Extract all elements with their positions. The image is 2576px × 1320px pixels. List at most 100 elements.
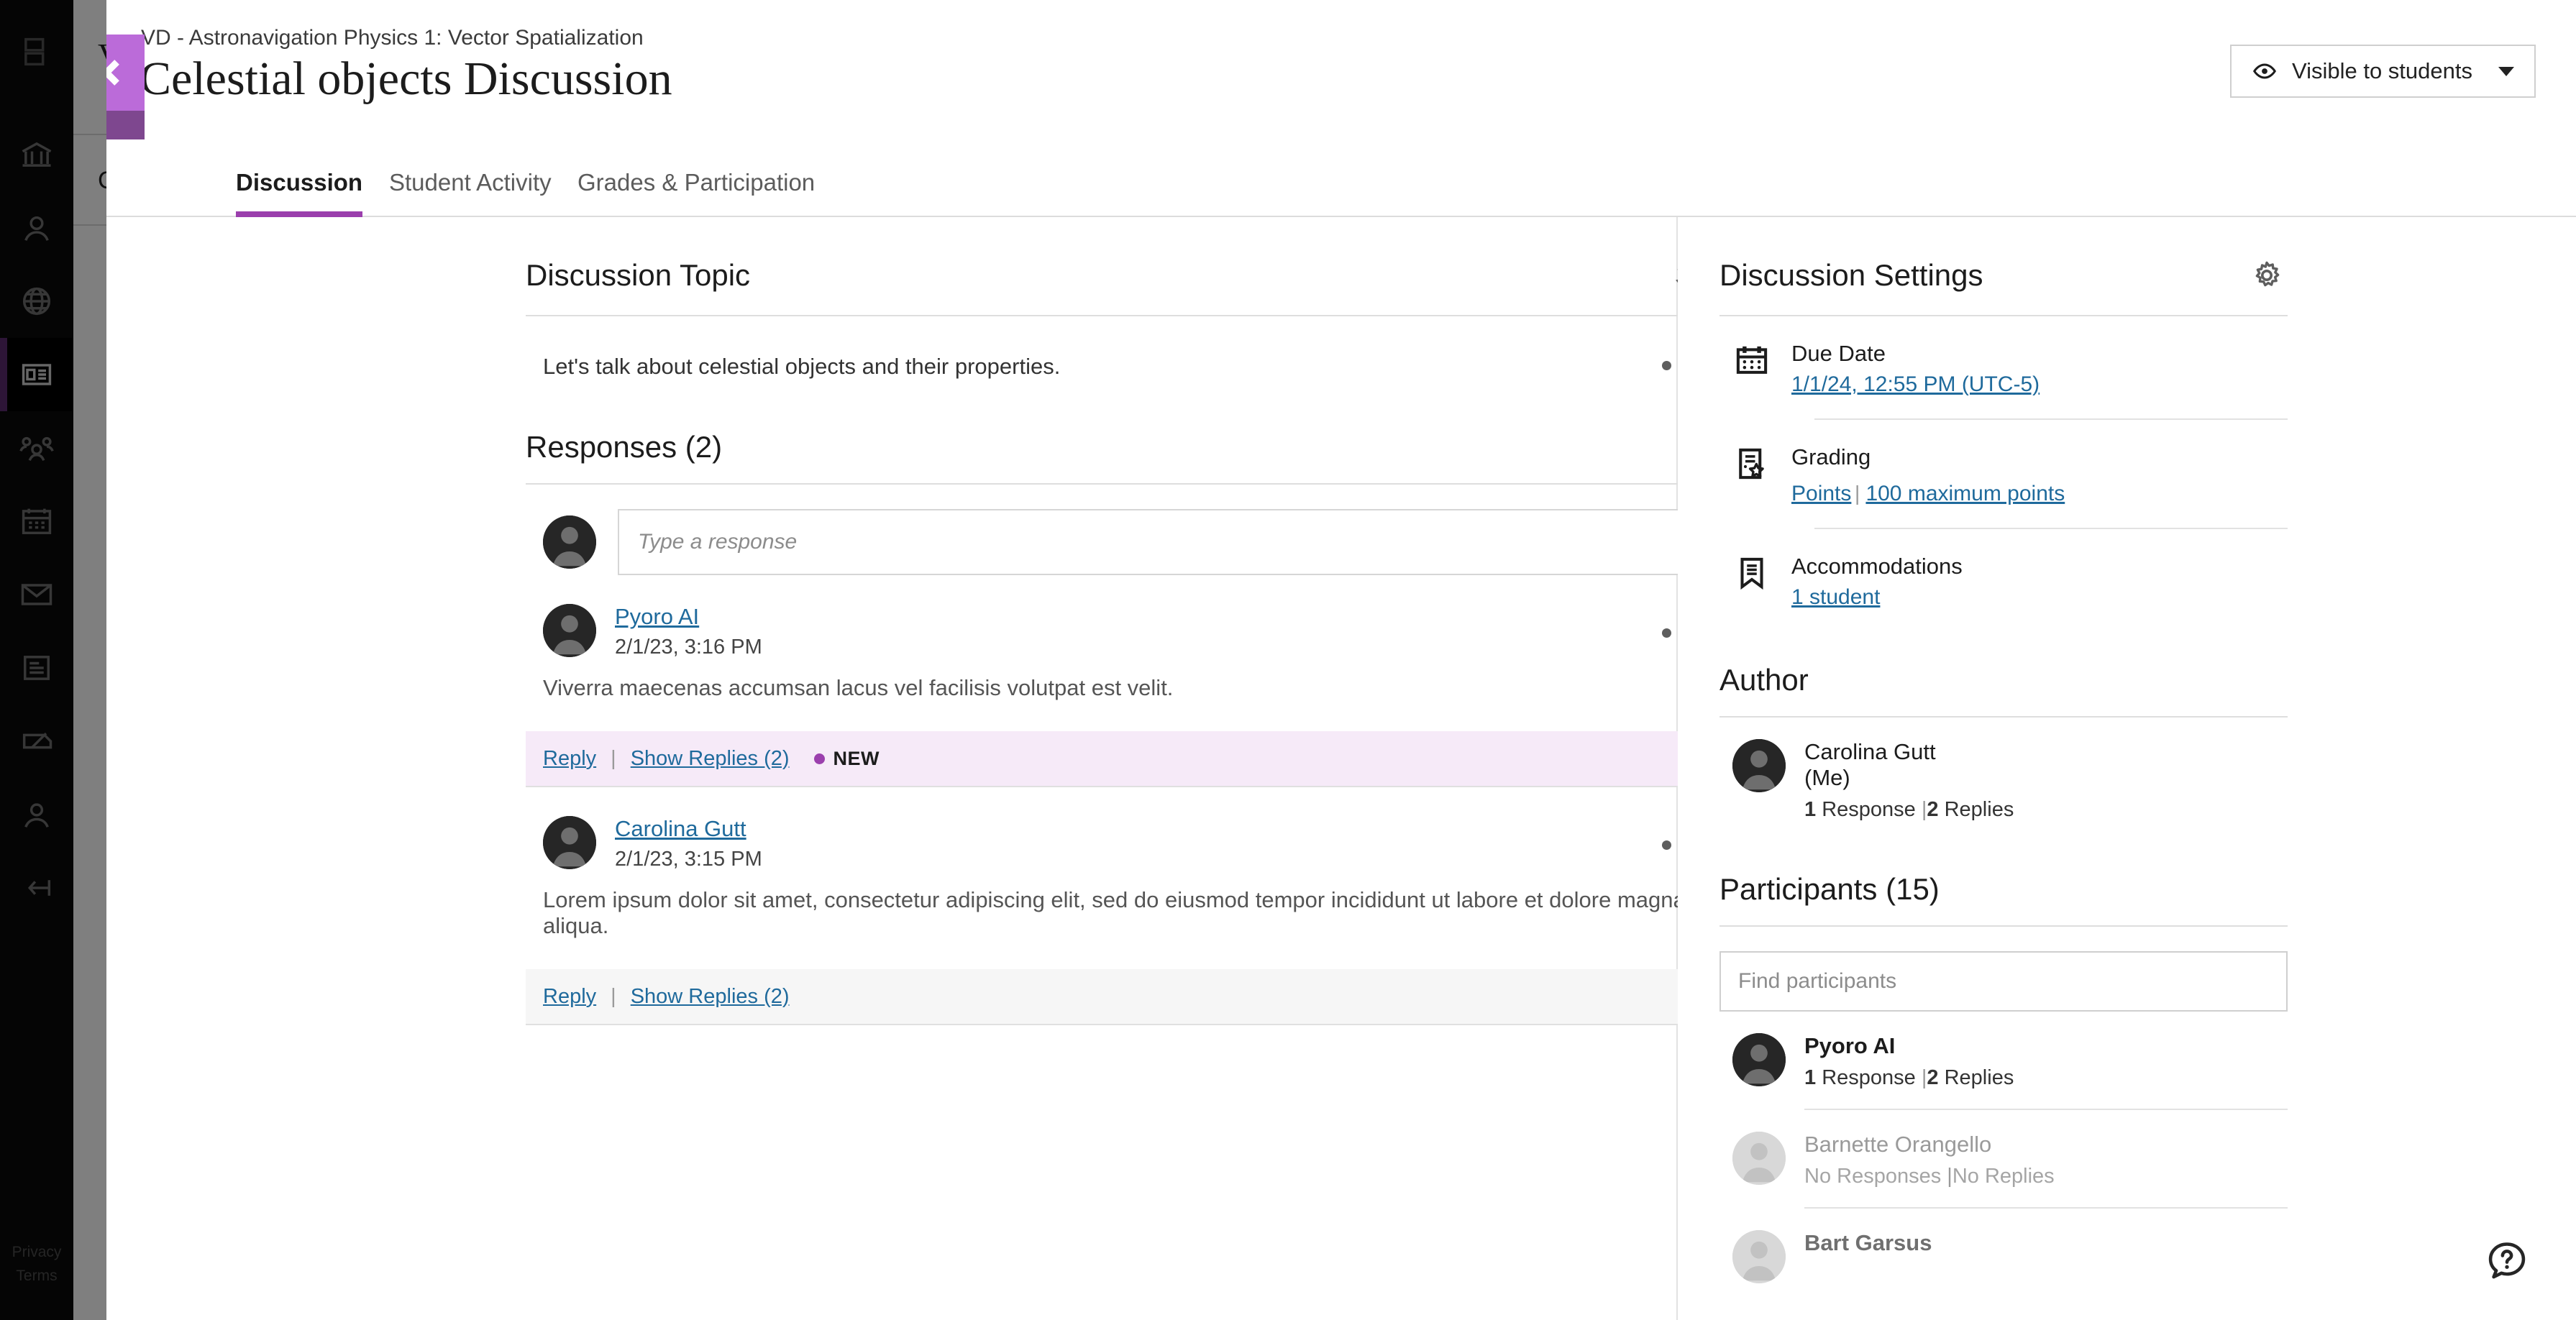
calendar-icon: [1736, 346, 1768, 374]
participant-responses-text: No Responses: [1804, 1165, 1942, 1188]
post-actions: Reply | Show Replies (2): [526, 969, 1708, 1025]
list-item[interactable]: Pyoro AI 1 Response |2 Replies: [1719, 1012, 2288, 1109]
grading-type-link[interactable]: Points: [1791, 482, 1851, 506]
avatar: [1732, 1132, 1786, 1185]
modal-header: VD - Astronavigation Physics 1: Vector S…: [106, 0, 2576, 148]
participant-replies-text: No Replies: [1952, 1165, 2055, 1188]
avatar: [543, 515, 596, 569]
stat-separator: |: [1947, 1165, 1952, 1188]
course-breadcrumb: VD - Astronavigation Physics 1: Vector S…: [141, 26, 644, 50]
modal-body: Discussion Topic Let's talk about celest…: [106, 217, 2576, 1320]
avatar: [1732, 1230, 1786, 1283]
new-dot-icon: [813, 753, 825, 764]
show-replies-link[interactable]: Show Replies (2): [631, 747, 790, 771]
visibility-label: Visible to students: [2291, 58, 2472, 83]
list-item[interactable]: Barnette Orangello No Responses |No Repl…: [1719, 1110, 2288, 1207]
responses-heading: Responses (2): [526, 430, 723, 464]
post-body: Viverra maecenas accumsan lacus vel faci…: [543, 675, 1174, 700]
help-button[interactable]: [2484, 1238, 2530, 1284]
author-responses-count: 1: [1804, 798, 1817, 821]
response-composer: Type a response: [526, 485, 1708, 575]
grading-icon: [1739, 448, 1764, 480]
discussion-column: Discussion Topic Let's talk about celest…: [106, 217, 1708, 1320]
close-icon: [106, 60, 119, 86]
action-separator: |: [611, 984, 616, 1008]
visibility-dropdown[interactable]: Visible to students: [2229, 45, 2536, 98]
post-timestamp: 2/1/23, 3:15 PM: [615, 848, 762, 871]
close-tab-fold: [106, 111, 145, 139]
page-title: Celestial objects Discussion: [140, 52, 672, 105]
participant-stats: 1 Response |2 Replies: [1804, 1066, 2014, 1090]
setting-grading: Grading Points | 100 maximum points: [1719, 420, 2288, 528]
settings-column: Discussion Settings Due Date 1/1/24, 12:…: [1678, 217, 2576, 1320]
avatar-icon: [1732, 1230, 1786, 1283]
action-separator: |: [1854, 482, 1866, 505]
discussion-topic-text: Let's talk about celestial objects and t…: [543, 354, 1061, 379]
participant-responses-label: Response: [1822, 1066, 1916, 1089]
participant-name: Pyoro AI: [1804, 1033, 1896, 1058]
participants-heading: Participants (15): [1719, 872, 1940, 906]
participant-responses-count: 1: [1804, 1066, 1817, 1089]
gear-icon: [2255, 261, 2280, 287]
setting-accommodations: Accommodations 1 student: [1719, 529, 2288, 631]
author-replies-label: Replies: [1944, 798, 2014, 821]
participant-replies-count: 2: [1927, 1066, 1939, 1089]
discussion-topic-header: Discussion Topic: [526, 255, 1708, 296]
list-item: Pyoro AI 2/1/23, 3:16 PM Viverra maecena…: [526, 604, 1708, 787]
grading-label: Grading: [1791, 444, 1871, 469]
more-options-icon: [1661, 628, 1671, 638]
avatar-icon: [543, 515, 596, 569]
more-options-icon: [1661, 360, 1671, 370]
participant-stats: No Responses |No Replies: [1804, 1165, 2055, 1188]
tab-grades-participation[interactable]: Grades & Participation: [577, 148, 815, 217]
close-button[interactable]: [106, 35, 145, 111]
discussion-settings-header: Discussion Settings: [1719, 255, 2288, 296]
discussion-topic-heading: Discussion Topic: [526, 258, 751, 292]
settings-button[interactable]: [2246, 255, 2288, 296]
avatar-icon: [1732, 739, 1786, 792]
post-timestamp: 2/1/23, 3:16 PM: [615, 636, 762, 659]
tab-discussion[interactable]: Discussion: [236, 148, 363, 217]
avatar: [1732, 739, 1786, 792]
action-separator: |: [611, 746, 616, 770]
participant-replies-label: Replies: [1944, 1066, 2014, 1089]
help-icon: [2488, 1242, 2526, 1279]
author-responses-label: Response: [1822, 798, 1916, 821]
eye-icon: [2252, 63, 2276, 79]
author-replies-count: 2: [1927, 798, 1939, 821]
show-replies-link[interactable]: Show Replies (2): [631, 985, 790, 1009]
avatar: [543, 604, 596, 657]
due-date-label: Due Date: [1791, 341, 1886, 366]
more-options-icon: [1661, 840, 1671, 850]
list-item: Carolina Gutt 2/1/23, 3:15 PM Lorem ipsu…: [526, 816, 1708, 1025]
list-item[interactable]: Bart Garsus: [1719, 1209, 2288, 1302]
status-badge: NEW: [813, 747, 880, 770]
response-input[interactable]: Type a response: [618, 509, 1708, 575]
avatar-icon: [543, 604, 596, 657]
post-body: Lorem ipsum dolor sit amet, consectetur …: [543, 887, 1686, 938]
participants-divider: [1719, 925, 2288, 927]
reply-link[interactable]: Reply: [543, 747, 596, 771]
avatar: [1732, 1033, 1786, 1086]
accommodations-link[interactable]: 1 student: [1791, 585, 1880, 610]
participant-name: Bart Garsus: [1804, 1230, 1932, 1255]
author-name: Carolina Gutt: [1804, 739, 1936, 764]
discussion-settings-heading: Discussion Settings: [1719, 258, 1983, 292]
author-stats: 1 Response |2 Replies: [1804, 798, 2014, 822]
bookmark-icon: [1740, 557, 1763, 590]
setting-due-date: Due Date 1/1/24, 12:55 PM (UTC-5): [1719, 316, 2288, 418]
tab-student-activity[interactable]: Student Activity: [389, 148, 552, 217]
new-badge-label: NEW: [833, 747, 880, 769]
post-author-link[interactable]: Pyoro AI: [615, 604, 1639, 630]
avatar: [543, 816, 596, 869]
reply-link[interactable]: Reply: [543, 985, 596, 1009]
post-actions: Reply | Show Replies (2) NEW: [526, 731, 1708, 787]
grading-points-link[interactable]: 100 maximum points: [1865, 482, 2065, 506]
discussion-modal: VD - Astronavigation Physics 1: Vector S…: [106, 0, 2576, 1320]
search-input[interactable]: Find participants: [1719, 951, 2288, 1012]
due-date-link[interactable]: 1/1/24, 12:55 PM (UTC-5): [1791, 372, 2040, 397]
chevron-down-icon: [2498, 66, 2514, 76]
author-me-label: (Me): [1804, 765, 1850, 790]
post-author-link[interactable]: Carolina Gutt: [615, 816, 1639, 842]
avatar-icon: [543, 816, 596, 869]
